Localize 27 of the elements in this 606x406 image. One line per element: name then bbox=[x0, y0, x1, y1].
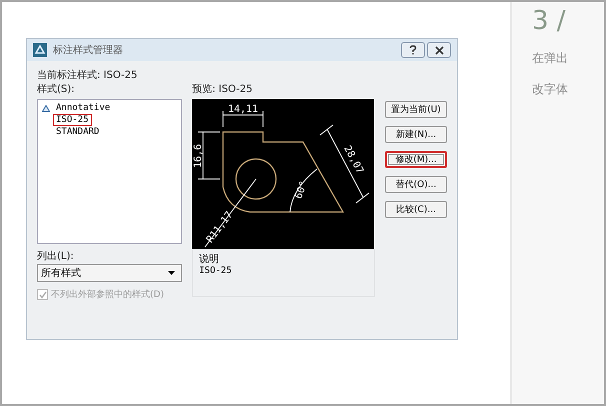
help-icon bbox=[409, 45, 417, 55]
close-icon bbox=[434, 46, 444, 54]
side-panel-text: 在弹出 bbox=[532, 50, 569, 67]
dialog-button[interactable]: 置为当前(U) bbox=[385, 101, 447, 118]
list-filter-dropdown[interactable]: 所有样式 bbox=[37, 264, 182, 282]
help-button[interactable] bbox=[401, 42, 425, 58]
style-item[interactable]: STANDARD bbox=[53, 126, 102, 138]
close-button[interactable] bbox=[427, 42, 451, 58]
window-title: 标注样式管理器 bbox=[53, 44, 123, 57]
dialog-button[interactable]: 比较(C)... bbox=[385, 201, 447, 218]
dialog-button[interactable]: 新建(N)... bbox=[385, 126, 447, 143]
style-item[interactable]: ISO-25 bbox=[53, 114, 92, 126]
description-text: ISO-25 bbox=[199, 266, 233, 276]
dialog-button[interactable]: 修改(M)... bbox=[385, 151, 447, 168]
current-style-label: 当前标注样式: ISO-25 bbox=[37, 69, 138, 83]
description-label: 说明 bbox=[199, 253, 220, 266]
list-filter-label: 列出(L): bbox=[37, 250, 75, 264]
dialog-button[interactable]: 替代(O)... bbox=[385, 176, 447, 193]
annotative-icon bbox=[42, 104, 50, 112]
app-icon bbox=[33, 43, 47, 57]
xref-checkbox-label: 不列出外部参照中的样式(D) bbox=[51, 288, 164, 301]
styles-label: 样式(S): bbox=[37, 83, 76, 97]
side-panel-text: 改字体 bbox=[532, 81, 569, 98]
style-item[interactable]: Annotative bbox=[53, 102, 114, 114]
side-panel-text: 3 / bbox=[532, 6, 567, 36]
preview-label: 预览: ISO-25 bbox=[192, 83, 254, 97]
caret-icon bbox=[168, 271, 176, 275]
